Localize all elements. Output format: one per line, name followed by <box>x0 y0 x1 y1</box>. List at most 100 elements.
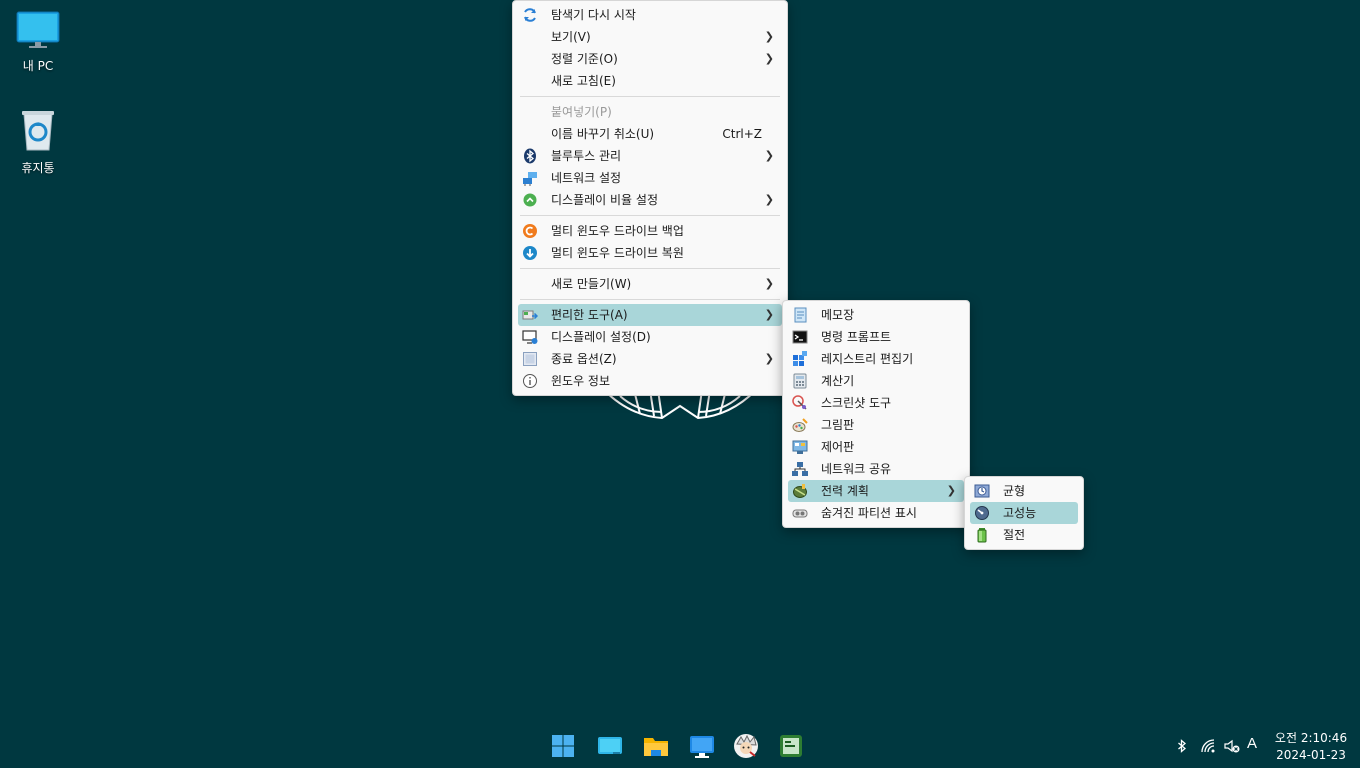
menu-item-label: 네트워크 설정 <box>551 171 622 185</box>
bluetooth-tray-icon[interactable] <box>1174 738 1190 754</box>
menu-item-label: 블루투스 관리 <box>551 149 622 163</box>
menu-item-command-prompt[interactable]: 명령 프롬프트 <box>788 326 964 348</box>
menu-item-label: 네트워크 공유 <box>821 462 892 476</box>
taskbar-clock[interactable]: 오전 2:10:46 2024-01-23 <box>1272 730 1350 764</box>
menu-item-label: 새로 고침(E) <box>551 74 616 88</box>
menu-item-label: 멀티 윈도우 드라이브 복원 <box>551 246 684 260</box>
menu-item-sort-by[interactable]: 정렬 기준(O) ❯ <box>518 48 782 70</box>
power-options-icon <box>522 351 538 367</box>
menu-item-label: 고성능 <box>1003 506 1037 520</box>
menu-item-undo-rename[interactable]: 이름 바꾸기 취소(U) Ctrl+Z <box>518 123 782 145</box>
menu-item-label: 보기(V) <box>551 30 591 44</box>
menu-item-label: 편리한 도구(A) <box>551 308 628 322</box>
power-plan-submenu: 균형 고성능 절전 <box>964 476 1084 550</box>
desktop-icon-my-pc[interactable]: 내 PC <box>0 10 76 74</box>
chevron-right-icon: ❯ <box>764 149 774 162</box>
taskbar-avatar-app-button[interactable] <box>732 732 760 760</box>
menu-item-handy-tools[interactable]: 편리한 도구(A) ❯ <box>518 304 782 326</box>
menu-separator <box>520 215 780 216</box>
menu-separator <box>520 96 780 97</box>
bluetooth-icon <box>522 148 538 164</box>
taskbar-terminal-app-button[interactable] <box>777 732 805 760</box>
remote-desktop-icon <box>688 732 716 760</box>
desktop-context-menu: 탐색기 다시 시작 보기(V) ❯ 정렬 기준(O) ❯ 새로 고침(E) 붙여… <box>512 0 788 396</box>
menu-item-power-plan[interactable]: 전력 계획 ❯ <box>788 480 964 502</box>
menu-separator <box>520 299 780 300</box>
file-explorer-icon <box>642 732 670 760</box>
menu-item-view[interactable]: 보기(V) ❯ <box>518 26 782 48</box>
menu-item-network-settings[interactable]: 네트워크 설정 <box>518 167 782 189</box>
menu-item-balanced[interactable]: 균형 <box>970 480 1078 502</box>
taskbar: A 오전 2:10:46 2024-01-23 <box>0 724 1360 768</box>
taskbar-file-explorer-button[interactable] <box>642 732 670 760</box>
network-icon <box>522 170 538 186</box>
menu-item-registry-editor[interactable]: 레지스트리 편집기 <box>788 348 964 370</box>
refresh-icon <box>522 7 538 23</box>
shortcut-label: Ctrl+Z <box>722 127 762 141</box>
menu-item-snipping-tool[interactable]: 스크린샷 도구 <box>788 392 964 414</box>
notepad-icon <box>792 307 808 323</box>
desktop-icon-recycle-bin[interactable]: 휴지통 <box>0 108 76 176</box>
menu-item-label: 종료 옵션(Z) <box>551 352 617 366</box>
clock-date: 2024-01-23 <box>1276 748 1346 762</box>
balanced-icon <box>974 483 990 499</box>
menu-item-calculator[interactable]: 계산기 <box>788 370 964 392</box>
menu-item-display-scale[interactable]: 디스플레이 비율 설정 ❯ <box>518 189 782 211</box>
restore-icon <box>522 245 538 261</box>
backup-icon <box>522 223 538 239</box>
registry-icon <box>792 351 808 367</box>
calculator-icon <box>792 373 808 389</box>
menu-item-drive-backup[interactable]: 멀티 윈도우 드라이브 백업 <box>518 220 782 242</box>
power-saver-icon <box>974 527 990 543</box>
chevron-right-icon: ❯ <box>764 52 774 65</box>
start-icon <box>549 732 577 760</box>
wifi-tray-icon[interactable] <box>1200 738 1216 754</box>
desktop-icon <box>596 732 624 760</box>
menu-separator <box>520 268 780 269</box>
menu-item-notepad[interactable]: 메모장 <box>788 304 964 326</box>
high-performance-icon <box>974 505 990 521</box>
desktop-icon-label: 휴지통 <box>21 161 55 175</box>
menu-item-drive-restore[interactable]: 멀티 윈도우 드라이브 복원 <box>518 242 782 264</box>
menu-item-refresh[interactable]: 새로 고침(E) <box>518 70 782 92</box>
monitor-icon <box>0 10 76 53</box>
menu-item-label: 제어판 <box>821 440 855 454</box>
chevron-right-icon: ❯ <box>764 308 774 321</box>
tools-icon <box>522 307 538 323</box>
tools-submenu: 메모장 명령 프롬프트 레지스트리 편집기 계산기 스크린샷 도구 그림판 제어… <box>782 300 970 528</box>
menu-item-windows-info[interactable]: 윈도우 정보 <box>518 370 782 392</box>
start-button[interactable] <box>549 732 577 760</box>
menu-item-label: 균형 <box>1003 484 1026 498</box>
terminal-app-icon <box>777 732 805 760</box>
chevron-right-icon: ❯ <box>764 30 774 43</box>
cmd-icon <box>792 329 808 345</box>
menu-item-control-panel[interactable]: 제어판 <box>788 436 964 458</box>
snipping-icon <box>792 395 808 411</box>
menu-item-shutdown-options[interactable]: 종료 옵션(Z) ❯ <box>518 348 782 370</box>
avatar-app-icon <box>732 732 760 760</box>
menu-item-show-hidden-partition[interactable]: 숨겨진 파티션 표시 <box>788 502 964 524</box>
taskbar-remote-desktop-button[interactable] <box>688 732 716 760</box>
menu-item-network-share[interactable]: 네트워크 공유 <box>788 458 964 480</box>
network-share-icon <box>792 461 808 477</box>
menu-item-label: 레지스트리 편집기 <box>821 352 914 366</box>
menu-item-label: 새로 만들기(W) <box>551 277 632 291</box>
menu-item-paint[interactable]: 그림판 <box>788 414 964 436</box>
menu-item-label: 절전 <box>1003 528 1026 542</box>
chevron-right-icon: ❯ <box>764 277 774 290</box>
menu-item-label: 계산기 <box>821 374 855 388</box>
menu-item-bluetooth[interactable]: 블루투스 관리 ❯ <box>518 145 782 167</box>
menu-item-high-performance[interactable]: 고성능 <box>970 502 1078 524</box>
menu-item-restart-explorer[interactable]: 탐색기 다시 시작 <box>518 4 782 26</box>
paint-icon <box>792 417 808 433</box>
volume-muted-tray-icon[interactable] <box>1224 738 1240 754</box>
ime-indicator[interactable]: A <box>1247 735 1257 752</box>
taskbar-desktop-button[interactable] <box>596 732 624 760</box>
menu-item-label: 전력 계획 <box>821 484 869 498</box>
menu-item-label: 멀티 윈도우 드라이브 백업 <box>551 224 684 238</box>
menu-item-display-settings[interactable]: 디스플레이 설정(D) <box>518 326 782 348</box>
chevron-right-icon: ❯ <box>764 193 774 206</box>
menu-item-new[interactable]: 새로 만들기(W) ❯ <box>518 273 782 295</box>
menu-item-paste: 붙여넣기(P) <box>518 101 782 123</box>
menu-item-power-saver[interactable]: 절전 <box>970 524 1078 546</box>
